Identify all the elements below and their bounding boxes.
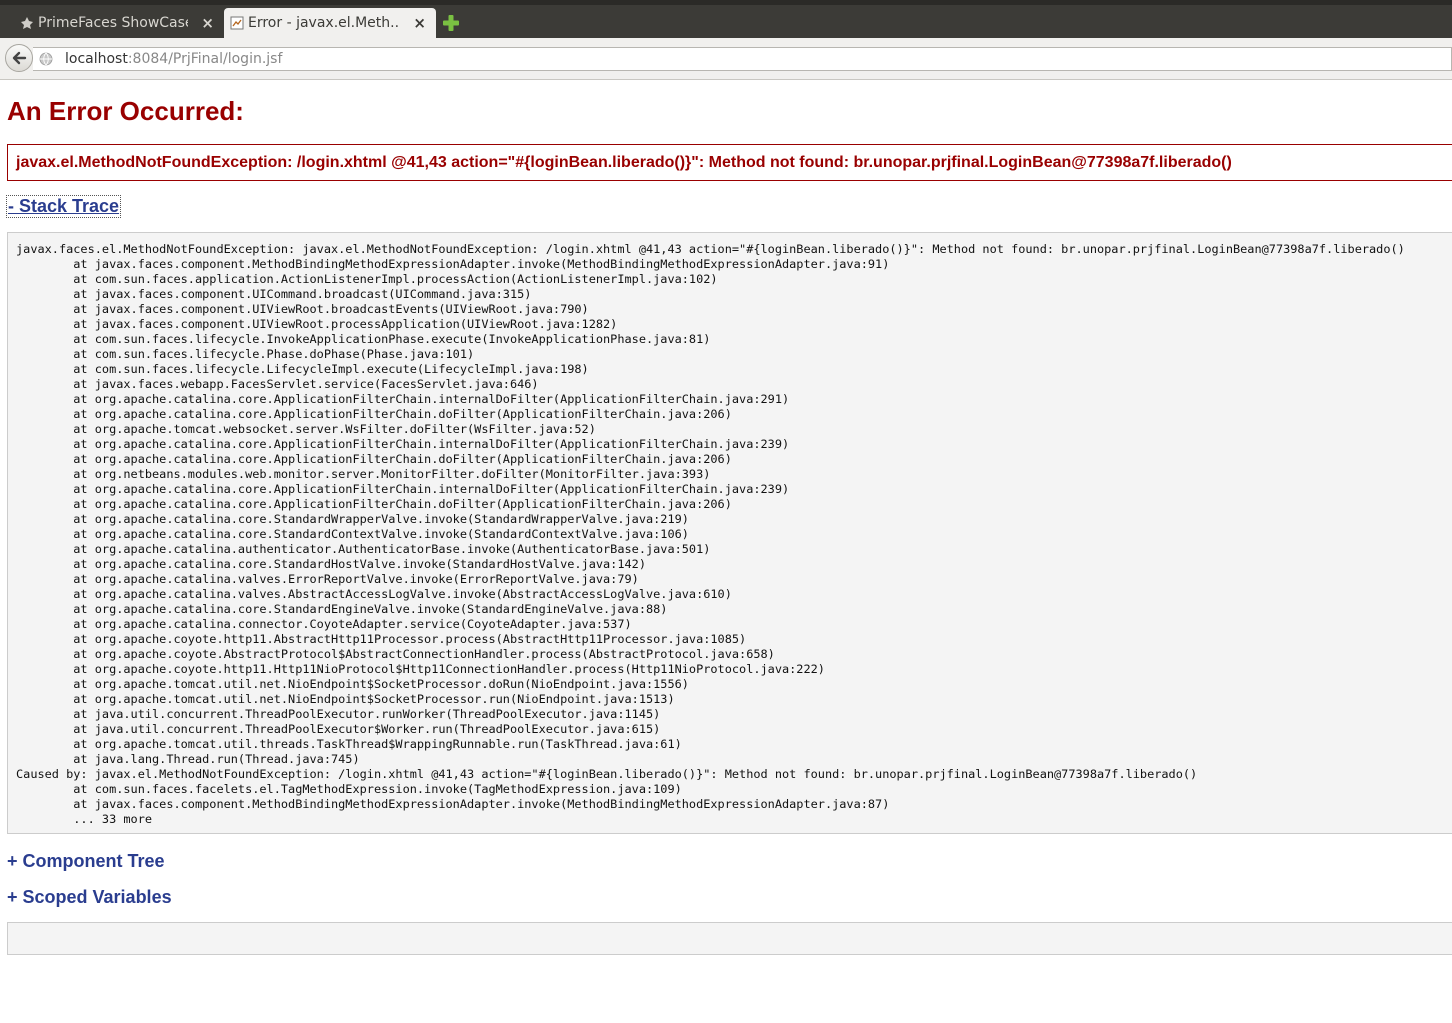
- tab-title: Error - javax.el.Meth...: [248, 15, 398, 31]
- stack-trace-line: at org.apache.catalina.core.ApplicationF…: [16, 437, 790, 451]
- stack-trace-line: at org.apache.coyote.http11.AbstractHttp…: [16, 632, 747, 646]
- stack-trace-line: at org.apache.catalina.connector.CoyoteA…: [16, 617, 632, 631]
- stack-trace-text: javax.faces.el.MethodNotFoundException: …: [16, 242, 1405, 827]
- stack-trace-line: at org.apache.tomcat.util.net.NioEndpoin…: [16, 692, 675, 706]
- stack-trace-line: at org.apache.catalina.core.ApplicationF…: [16, 407, 732, 421]
- browser-tab-bar: PrimeFaces ShowCase × Error - javax.el.M…: [0, 0, 1452, 38]
- stack-trace-line: at javax.faces.component.MethodBindingMe…: [16, 797, 890, 811]
- stack-trace-line: javax.faces.el.MethodNotFoundException: …: [16, 242, 1405, 256]
- stack-trace-line: at org.apache.catalina.core.StandardWrap…: [16, 512, 689, 526]
- stack-trace-line: at java.lang.Thread.run(Thread.java:745): [16, 752, 360, 766]
- stack-trace-line: at org.apache.catalina.valves.ErrorRepor…: [16, 572, 639, 586]
- stack-trace-line: at org.apache.coyote.http11.Http11NioPro…: [16, 662, 825, 676]
- url-host: localhost: [65, 51, 128, 67]
- stack-trace-line: at com.sun.faces.facelets.el.TagMethodEx…: [16, 782, 682, 796]
- stack-trace-line: at org.apache.tomcat.util.threads.TaskTh…: [16, 737, 682, 751]
- stack-trace-line: at org.apache.catalina.core.StandardHost…: [16, 557, 646, 571]
- stack-trace-line: at org.apache.catalina.core.ApplicationF…: [16, 392, 790, 406]
- stack-trace-line: at org.apache.catalina.core.ApplicationF…: [16, 497, 732, 511]
- stack-trace-line: at org.apache.catalina.core.ApplicationF…: [16, 482, 790, 496]
- stack-trace-line: at org.apache.catalina.authenticator.Aut…: [16, 542, 711, 556]
- stack-trace-panel: javax.faces.el.MethodNotFoundException: …: [7, 232, 1452, 834]
- stack-trace-line: at java.util.concurrent.ThreadPoolExecut…: [16, 722, 661, 736]
- navigation-bar: localhost:8084/PrjFinal/login.jsf: [0, 38, 1452, 80]
- url-text: localhost:8084/PrjFinal/login.jsf: [65, 51, 282, 67]
- close-tab-icon[interactable]: ×: [201, 14, 214, 32]
- stack-trace-line: at org.netbeans.modules.web.monitor.serv…: [16, 467, 711, 481]
- stack-trace-line: at com.sun.faces.lifecycle.InvokeApplica…: [16, 332, 711, 346]
- stack-trace-line: ... 33 more: [16, 812, 153, 826]
- stack-trace-line: at org.apache.catalina.core.StandardCont…: [16, 527, 689, 541]
- stack-trace-line: at org.apache.tomcat.websocket.server.Ws…: [16, 422, 596, 436]
- stack-trace-line: at javax.faces.component.UIViewRoot.proc…: [16, 317, 618, 331]
- stack-trace-line: at org.apache.tomcat.util.net.NioEndpoin…: [16, 677, 689, 691]
- back-arrow-icon: [12, 51, 27, 65]
- details-panel: [7, 922, 1452, 955]
- page-title: An Error Occurred:: [7, 96, 244, 126]
- tab-bar-top-strip: [0, 0, 1452, 5]
- back-button[interactable]: [5, 44, 33, 72]
- globe-icon: [39, 52, 53, 66]
- scoped-variables-toggle[interactable]: + Scoped Variables: [7, 887, 172, 908]
- plus-icon[interactable]: [442, 14, 460, 32]
- stack-trace-line: Caused by: javax.el.MethodNotFoundExcept…: [16, 767, 1198, 781]
- stack-trace-line: at javax.faces.webapp.FacesServlet.servi…: [16, 377, 539, 391]
- stack-trace-line: at javax.faces.component.UIViewRoot.broa…: [16, 302, 589, 316]
- stack-trace-line: at org.apache.coyote.AbstractProtocol$Ab…: [16, 647, 775, 661]
- page-icon: [230, 16, 244, 30]
- stack-trace-toggle[interactable]: - Stack Trace: [5, 195, 122, 218]
- tab-error-page[interactable]: Error - javax.el.Meth... ×: [224, 8, 436, 38]
- stack-trace-line: at com.sun.faces.application.ActionListe…: [16, 272, 718, 286]
- stack-trace-line: at org.apache.catalina.core.StandardEngi…: [16, 602, 668, 616]
- tab-primefaces-showcase[interactable]: PrimeFaces ShowCase ×: [14, 8, 224, 38]
- stack-trace-line: at org.apache.catalina.core.ApplicationF…: [16, 452, 732, 466]
- primefaces-icon: [21, 17, 33, 29]
- stack-trace-line: at javax.faces.component.MethodBindingMe…: [16, 257, 890, 271]
- error-message-box: javax.el.MethodNotFoundException: /login…: [7, 144, 1452, 181]
- stack-trace-line: at org.apache.catalina.valves.AbstractAc…: [16, 587, 732, 601]
- close-tab-icon[interactable]: ×: [413, 14, 426, 32]
- stack-trace-line: at javax.faces.component.UICommand.broad…: [16, 287, 532, 301]
- error-message: javax.el.MethodNotFoundException: /login…: [16, 154, 1232, 171]
- stack-trace-line: at com.sun.faces.lifecycle.Phase.doPhase…: [16, 347, 475, 361]
- stack-trace-line: at java.util.concurrent.ThreadPoolExecut…: [16, 707, 661, 721]
- component-tree-toggle[interactable]: + Component Tree: [7, 851, 165, 872]
- tab-title: PrimeFaces ShowCase: [38, 15, 188, 31]
- url-path: :8084/PrjFinal/login.jsf: [127, 51, 283, 67]
- address-bar[interactable]: localhost:8084/PrjFinal/login.jsf: [33, 47, 1452, 71]
- stack-trace-line: at com.sun.faces.lifecycle.LifecycleImpl…: [16, 362, 589, 376]
